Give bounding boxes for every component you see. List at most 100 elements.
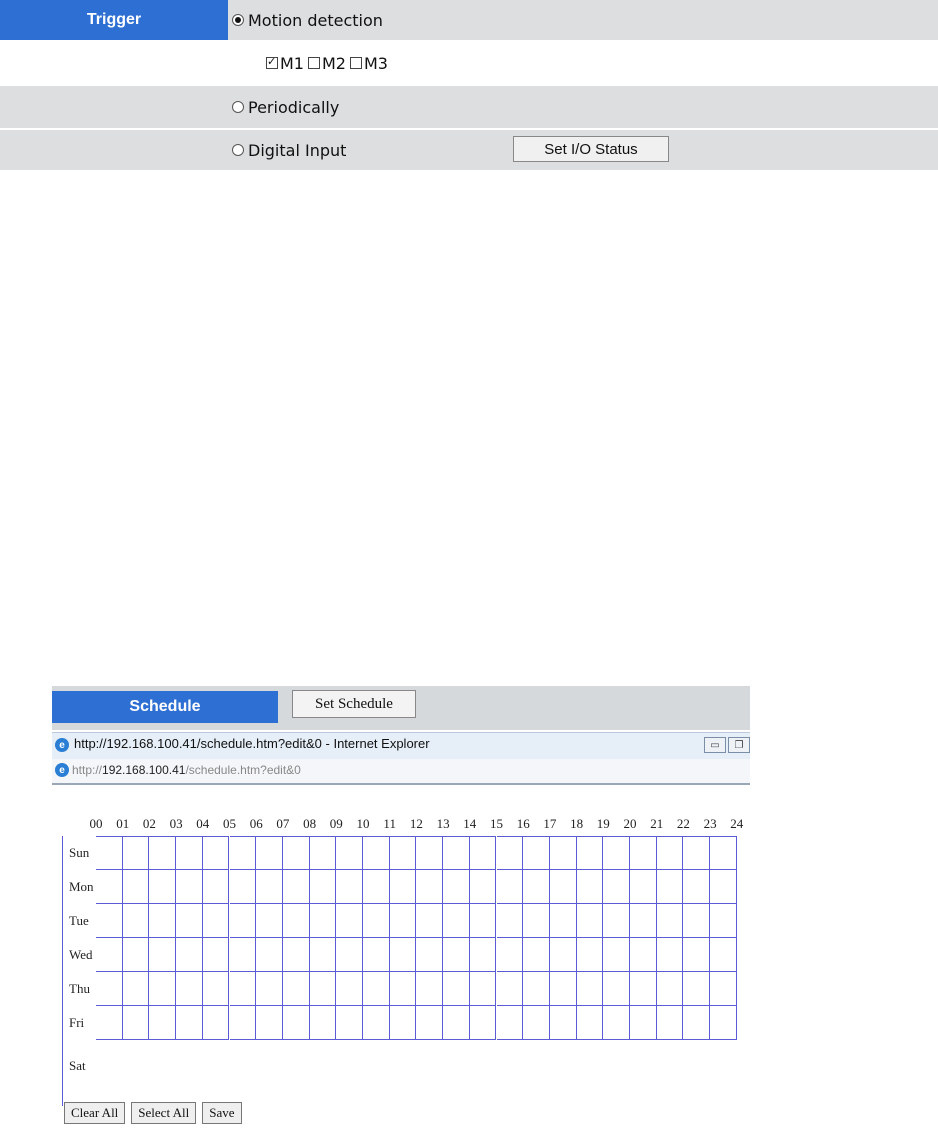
schedule-cell[interactable] (96, 938, 123, 972)
schedule-cell[interactable] (576, 836, 604, 870)
schedule-cell[interactable] (576, 972, 604, 1006)
periodically-radio[interactable] (232, 101, 244, 113)
schedule-cell[interactable] (683, 938, 711, 972)
schedule-cell[interactable] (576, 904, 604, 938)
schedule-cell[interactable] (176, 870, 203, 904)
schedule-cell[interactable] (389, 836, 417, 870)
schedule-cell[interactable] (202, 836, 230, 870)
schedule-cell[interactable] (683, 904, 711, 938)
schedule-cell[interactable] (496, 836, 524, 870)
motion-detection-radio[interactable] (232, 14, 244, 26)
schedule-cell[interactable] (469, 836, 497, 870)
schedule-cell[interactable] (523, 836, 550, 870)
schedule-cell[interactable] (389, 972, 417, 1006)
schedule-cell[interactable] (496, 1006, 524, 1040)
schedule-cell[interactable] (202, 904, 230, 938)
schedule-cell[interactable] (309, 904, 337, 938)
schedule-cell[interactable] (496, 938, 524, 972)
set-schedule-button[interactable]: Set Schedule (292, 690, 416, 718)
schedule-cell[interactable] (603, 836, 630, 870)
schedule-cell[interactable] (683, 836, 711, 870)
schedule-cell[interactable] (389, 870, 417, 904)
schedule-cell[interactable] (523, 904, 550, 938)
schedule-cell[interactable] (96, 870, 123, 904)
schedule-cell[interactable] (603, 870, 630, 904)
motion-detection-option[interactable]: Motion detection (232, 0, 383, 40)
schedule-cell[interactable] (656, 836, 684, 870)
schedule-cell[interactable] (603, 972, 630, 1006)
schedule-cell[interactable] (549, 870, 577, 904)
schedule-cell[interactable] (282, 938, 310, 972)
schedule-cell[interactable] (122, 972, 150, 1006)
schedule-cell[interactable] (443, 938, 470, 972)
schedule-cell[interactable] (336, 972, 363, 1006)
schedule-cell[interactable] (469, 938, 497, 972)
schedule-cell[interactable] (549, 836, 577, 870)
schedule-cell[interactable] (309, 1006, 337, 1040)
schedule-cell[interactable] (710, 972, 737, 1006)
schedule-cell[interactable] (282, 836, 310, 870)
schedule-cell[interactable] (469, 904, 497, 938)
schedule-cell[interactable] (309, 870, 337, 904)
schedule-cell[interactable] (256, 870, 283, 904)
schedule-cell[interactable] (630, 1006, 657, 1040)
schedule-cell[interactable] (96, 972, 123, 1006)
schedule-cell[interactable] (229, 938, 257, 972)
schedule-cell[interactable] (523, 1006, 550, 1040)
schedule-cell[interactable] (202, 1006, 230, 1040)
schedule-cell[interactable] (603, 904, 630, 938)
schedule-cell[interactable] (149, 938, 177, 972)
digital-input-option[interactable]: Digital Input (232, 130, 346, 170)
schedule-cell[interactable] (496, 972, 524, 1006)
schedule-cell[interactable] (149, 870, 177, 904)
schedule-cell[interactable] (149, 1006, 177, 1040)
schedule-cell[interactable] (416, 836, 444, 870)
schedule-cell[interactable] (656, 972, 684, 1006)
schedule-cell[interactable] (202, 870, 230, 904)
schedule-cell[interactable] (576, 870, 604, 904)
schedule-cell[interactable] (656, 1006, 684, 1040)
schedule-cell[interactable] (229, 972, 257, 1006)
schedule-cell[interactable] (363, 870, 390, 904)
digital-input-radio[interactable] (232, 144, 244, 156)
schedule-cell[interactable] (309, 836, 337, 870)
schedule-cell[interactable] (683, 870, 711, 904)
schedule-cell[interactable] (256, 1006, 283, 1040)
schedule-cell[interactable] (122, 938, 150, 972)
schedule-cell[interactable] (122, 1006, 150, 1040)
m3-checkbox[interactable] (349, 57, 362, 69)
schedule-cell[interactable] (122, 836, 150, 870)
schedule-cell[interactable] (149, 972, 177, 1006)
schedule-cell[interactable] (256, 938, 283, 972)
schedule-cell[interactable] (416, 904, 444, 938)
schedule-cell[interactable] (389, 904, 417, 938)
schedule-cell[interactable] (416, 938, 444, 972)
schedule-cell[interactable] (363, 836, 390, 870)
schedule-cell[interactable] (443, 870, 470, 904)
schedule-cell[interactable] (656, 870, 684, 904)
minimize-icon[interactable]: ▭ (704, 737, 726, 753)
schedule-cell[interactable] (176, 904, 203, 938)
schedule-cell[interactable] (122, 870, 150, 904)
address-bar[interactable]: e http://192.168.100.41/schedule.htm?edi… (52, 759, 750, 785)
schedule-cell[interactable] (469, 972, 497, 1006)
schedule-cell[interactable] (710, 870, 737, 904)
schedule-cell[interactable] (630, 870, 657, 904)
m2-checkbox[interactable] (307, 57, 320, 69)
schedule-cell[interactable] (710, 904, 737, 938)
schedule-cell[interactable] (256, 972, 283, 1006)
schedule-cell[interactable] (710, 1006, 737, 1040)
schedule-cell[interactable] (96, 1006, 123, 1040)
schedule-cell[interactable] (176, 1006, 203, 1040)
save-button[interactable]: Save (202, 1102, 242, 1124)
schedule-cell[interactable] (389, 938, 417, 972)
set-io-status-button[interactable]: Set I/O Status (513, 136, 669, 162)
m1-checkbox[interactable] (266, 55, 278, 69)
schedule-cell[interactable] (416, 870, 444, 904)
schedule-cell[interactable] (603, 938, 630, 972)
schedule-cell[interactable] (229, 870, 257, 904)
schedule-cell[interactable] (229, 1006, 257, 1040)
schedule-cell[interactable] (523, 870, 550, 904)
schedule-cell[interactable] (149, 836, 177, 870)
schedule-cell[interactable] (202, 938, 230, 972)
